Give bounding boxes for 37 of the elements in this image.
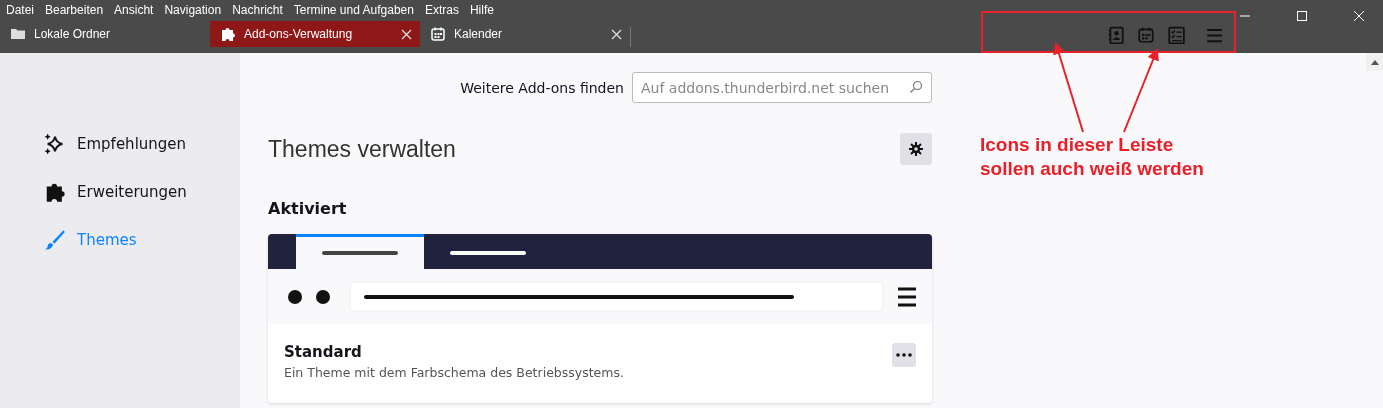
annotation-text: Icons in dieser Leiste sollen auch weiß werden	[980, 133, 1204, 181]
settings-icon	[908, 141, 924, 157]
sidebar-item[interactable]: Erweiterungen	[44, 181, 214, 203]
close-icon[interactable]	[611, 28, 622, 40]
tab[interactable]: Add-ons-Verwaltung	[210, 21, 420, 47]
maximize-icon[interactable]	[1296, 10, 1308, 22]
sidebar-item[interactable]: Empfehlungen	[44, 133, 214, 155]
puzzle-icon	[220, 26, 236, 42]
scrollbar[interactable]	[1366, 53, 1383, 71]
close-icon[interactable]	[401, 28, 412, 40]
brush-icon	[44, 229, 66, 251]
tab[interactable]: Kalender	[420, 21, 630, 47]
folder-icon	[10, 26, 26, 42]
sparkle-icon	[44, 133, 66, 155]
menu-item[interactable]: Hilfe	[469, 3, 494, 17]
calendar-icon	[430, 26, 446, 42]
theme-description: Ein Theme mit dem Farbschema des Betriebssystems.	[284, 365, 624, 380]
settings-button[interactable]	[900, 133, 932, 165]
menu-item[interactable]: Extras	[424, 3, 459, 17]
puzzle-icon	[44, 181, 66, 203]
menu-item[interactable]: Nachricht	[232, 3, 283, 17]
more-icon	[896, 353, 912, 357]
checklist-icon[interactable]	[1167, 26, 1185, 44]
menu-item[interactable]: Ansicht	[114, 3, 154, 17]
section-heading: Aktiviert	[268, 199, 348, 218]
menu-item[interactable]: Termine und Aufgaben	[293, 3, 414, 17]
menu-item[interactable]: Datei	[6, 3, 34, 17]
menu-item[interactable]: Navigation	[164, 3, 222, 17]
menu-item[interactable]: Bearbeiten	[45, 3, 104, 17]
page-heading: Themes verwalten	[268, 135, 456, 163]
theme-name: Standard	[284, 343, 363, 361]
more-button[interactable]	[892, 343, 916, 367]
search-label: Weitere Add-ons finden	[460, 79, 624, 96]
search-field[interactable]: Auf addons.thunderbird.net suchen	[632, 72, 932, 103]
scroll-up-icon[interactable]	[1370, 59, 1379, 65]
tab[interactable]: Lokale Ordner	[8, 21, 210, 47]
search-icon	[909, 80, 923, 94]
